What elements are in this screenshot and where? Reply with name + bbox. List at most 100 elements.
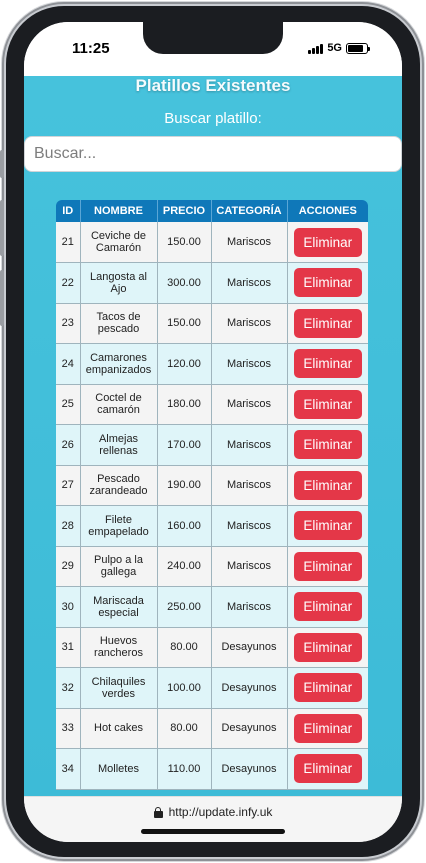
table-body: 21 Ceviche de Camarón 150.00 Mariscos Elimin… [56, 222, 368, 790]
table-row: 31 Huevos rancheros 80.00 Desayunos Eliminar [56, 627, 368, 668]
delete-button[interactable]: Eliminar [293, 430, 362, 460]
cell-categoria: Mariscos [211, 303, 288, 344]
cell-categoria: Desayunos [211, 667, 288, 709]
table-row: 23 Tacos de pescado 150.00 Mariscos Eliminar [56, 303, 368, 344]
battery-level [348, 44, 364, 52]
table-row: 30 Mariscada especial 250.00 Mariscos Elimin… [56, 586, 368, 628]
delete-button[interactable]: Eliminar [293, 632, 362, 662]
dynamic-island [143, 22, 283, 54]
cell-precio: 100.00 [157, 667, 212, 709]
cell-precio: 80.00 [157, 627, 212, 668]
delete-button[interactable]: Eliminar [293, 470, 362, 500]
table-row: 32 Chilaquiles verdes 100.00 Desayunos Elimi… [56, 667, 368, 709]
delete-button[interactable]: Eliminar [293, 268, 362, 298]
cell-id: 34 [56, 748, 81, 790]
cell-categoria: Mariscos [211, 586, 288, 628]
cell-nombre: Huevos rancheros [80, 627, 158, 668]
dishes-table: ID NOMBRE PRECIO CATEGORÍA ACCIONES 21 Ce… [56, 200, 368, 790]
url-display[interactable]: http://update.infy.uk [153, 804, 273, 820]
cell-categoria: Desayunos [211, 748, 288, 790]
cell-acciones: Eliminar [287, 708, 368, 749]
cell-categoria: Mariscos [211, 424, 288, 466]
cell-categoria: Mariscos [211, 465, 288, 506]
cell-acciones: Eliminar [287, 627, 368, 668]
delete-button[interactable]: Eliminar [293, 551, 362, 581]
cell-id: 31 [56, 627, 81, 668]
cell-id: 22 [56, 262, 81, 304]
cell-nombre: Coctel de camarón [80, 384, 158, 425]
table-row: 29 Pulpo a la gallega 240.00 Mariscos Elimin… [56, 546, 368, 587]
cell-acciones: Eliminar [287, 222, 368, 263]
delete-button[interactable]: Eliminar [293, 754, 362, 784]
column-header-precio: PRECIO [157, 200, 212, 222]
cell-precio: 300.00 [157, 262, 212, 304]
cell-acciones: Eliminar [287, 424, 368, 466]
column-header-nombre: NOMBRE [80, 200, 158, 222]
cell-id: 27 [56, 465, 81, 506]
cell-precio: 110.00 [157, 748, 212, 790]
mute-switch [0, 150, 4, 178]
cell-id: 25 [56, 384, 81, 425]
column-header-acciones: ACCIONES [287, 200, 368, 222]
cell-id: 23 [56, 303, 81, 344]
cell-acciones: Eliminar [287, 303, 368, 344]
delete-button[interactable]: Eliminar [293, 349, 362, 379]
table-row: 27 Pescado zarandeado 190.00 Mariscos Elimin… [56, 465, 368, 506]
delete-button[interactable]: Eliminar [293, 592, 362, 622]
cell-categoria: Mariscos [211, 262, 288, 304]
url-text: http://update.infy.uk [168, 805, 273, 819]
table-row: 24 Camarones empanizados 120.00 Mariscos Eli… [56, 343, 368, 385]
cell-nombre: Filete empapelado [80, 505, 158, 547]
cell-acciones: Eliminar [287, 586, 368, 628]
table-row: 22 Langosta al Ajo 300.00 Mariscos Eliminar [56, 262, 368, 304]
cell-nombre: Almejas rellenas [80, 424, 158, 466]
cell-precio: 190.00 [157, 465, 212, 506]
cell-precio: 240.00 [157, 546, 212, 587]
delete-button[interactable]: Eliminar [293, 389, 362, 419]
delete-button[interactable]: Eliminar [293, 673, 362, 703]
status-indicators: 5G [308, 42, 370, 54]
browser-url-bar[interactable]: http://update.infy.uk [24, 796, 402, 842]
cell-nombre: Pulpo a la gallega [80, 546, 158, 587]
cell-nombre: Camarones empanizados [80, 343, 158, 385]
cell-nombre: Hot cakes [80, 708, 158, 749]
cell-acciones: Eliminar [287, 667, 368, 709]
cell-precio: 80.00 [157, 708, 212, 749]
delete-button[interactable]: Eliminar [293, 511, 362, 541]
status-bar: 11:25 5G [24, 22, 402, 76]
cell-acciones: Eliminar [287, 748, 368, 790]
battery-icon [346, 42, 370, 54]
cell-nombre: Ceviche de Camarón [80, 222, 158, 263]
cell-nombre: Langosta al Ajo [80, 262, 158, 304]
cell-acciones: Eliminar [287, 343, 368, 385]
cell-precio: 170.00 [157, 424, 212, 466]
cell-categoria: Mariscos [211, 343, 288, 385]
table-row: 28 Filete empapelado 160.00 Mariscos Elimina… [56, 505, 368, 547]
delete-button[interactable]: Eliminar [293, 308, 362, 338]
column-header-categoria: CATEGORÍA [211, 200, 288, 222]
cell-precio: 150.00 [157, 222, 212, 263]
search-label: Buscar platillo: [164, 110, 262, 127]
cell-id: 21 [56, 222, 81, 263]
delete-button[interactable]: Eliminar [293, 713, 362, 743]
cell-categoria: Desayunos [211, 627, 288, 668]
cell-nombre: Chilaquiles verdes [80, 667, 158, 709]
home-indicator[interactable] [141, 829, 285, 834]
page-title: Platillos Existentes [135, 76, 291, 95]
cell-id: 24 [56, 343, 81, 385]
volume-up-button [0, 200, 4, 256]
search-input[interactable] [24, 136, 402, 172]
cell-precio: 150.00 [157, 303, 212, 344]
cell-id: 30 [56, 586, 81, 628]
cell-id: 32 [56, 667, 81, 709]
cell-categoria: Desayunos [211, 708, 288, 749]
page-content[interactable]: Platillos Existentes Buscar platillo: ID… [24, 76, 402, 796]
cell-acciones: Eliminar [287, 384, 368, 425]
table-row: 21 Ceviche de Camarón 150.00 Mariscos Elimin… [56, 222, 368, 263]
signal-icon [308, 43, 324, 54]
delete-button[interactable]: Eliminar [293, 227, 362, 257]
cell-nombre: Mariscada especial [80, 586, 158, 628]
cell-nombre: Tacos de pescado [80, 303, 158, 344]
cell-categoria: Mariscos [211, 546, 288, 587]
cell-nombre: Pescado zarandeado [80, 465, 158, 506]
